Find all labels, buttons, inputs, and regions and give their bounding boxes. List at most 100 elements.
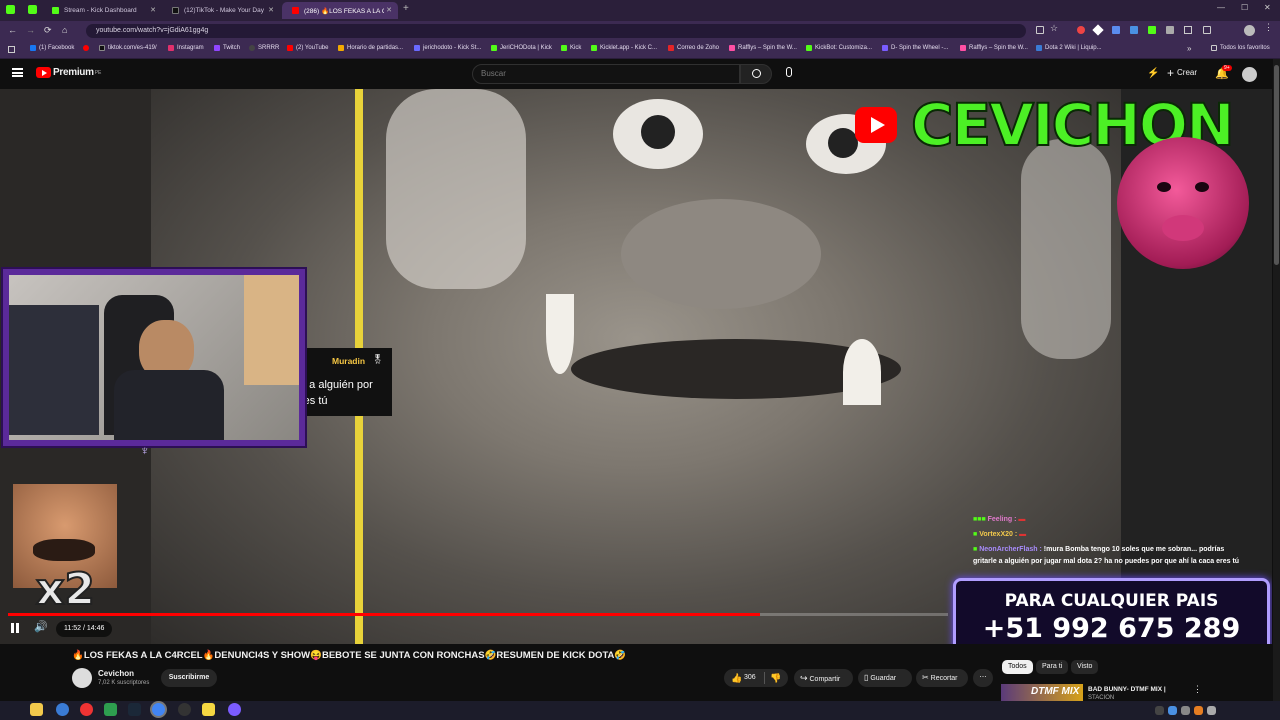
close-icon[interactable]: ✕ [386,6,392,14]
clip-button[interactable]: ✂ Recortar [916,669,968,687]
volume-icon[interactable]: 🔊 [34,620,48,633]
tab-youtube-active[interactable]: (286) 🔥LOS FEKAS A LA C... ✕ [282,2,398,19]
save-button[interactable]: ▯ Guardar [858,669,912,687]
tab-kick-dashboard[interactable]: Stream - Kick Dashboard ✕ [42,2,162,19]
all-bookmarks[interactable]: Todos los favoritos [1211,45,1270,51]
forward-icon[interactable]: → [26,25,35,35]
tray-icon[interactable] [1155,706,1164,715]
bookmark-item[interactable]: Instagram [168,45,204,51]
cast-icon[interactable] [1036,26,1044,34]
chat-username: Feeling : [987,516,1017,523]
file-explorer-icon[interactable] [30,703,43,716]
recommended-thumbnail[interactable]: DTMF MIX [1001,684,1083,701]
pinned-tab-icon[interactable] [28,5,37,14]
tray-icon[interactable] [1181,706,1190,715]
bookmark-item[interactable]: Rafflys – Spin the W... [960,45,1028,51]
current-time: 11:52 [64,625,81,632]
share-button[interactable]: ↪ Compartir [794,669,853,687]
extension-icon[interactable] [1130,26,1138,34]
opera-icon[interactable] [80,703,93,716]
bookmark-item[interactable]: jerichodoto - Kick St... [414,45,481,51]
bookmark-item[interactable]: Twitch [214,45,240,51]
recommended-title[interactable]: BAD BUNNY- DTMF MIX | [1088,686,1166,693]
search-button[interactable] [740,64,772,84]
youtube-icon [292,7,299,14]
bookmark-label: Horario de partidas... [347,45,404,51]
tab-tiktok[interactable]: (12)TikTok - Make Your Day ✕ [162,2,280,19]
app-icon[interactable] [228,703,241,716]
profile-avatar[interactable] [1244,25,1255,36]
chevron-right-icon[interactable]: » [1187,44,1191,53]
side-panel-icon[interactable] [1203,26,1211,34]
more-actions-button[interactable]: ⋯ [973,669,993,687]
bookmark-item[interactable]: (1) Facebook [30,45,74,51]
bookmark-item[interactable]: JeriCHODota | Kick [491,45,552,51]
microphone-icon[interactable] [786,67,792,77]
bookmark-item[interactable]: SRRRR [249,45,279,51]
chat-username: NeonArcherFlash : [979,546,1042,553]
app-icon[interactable] [178,703,191,716]
chat-popup-user: Muradin [332,356,366,366]
menu-dots-icon[interactable]: ⋮ [1264,22,1273,33]
address-bar[interactable]: youtube.com/watch?v=jGdiA61gg4g [86,24,1026,38]
scrollbar-thumb[interactable] [1274,65,1279,265]
tray-icon[interactable] [1168,706,1177,715]
star-icon[interactable]: ☆ [1050,23,1058,34]
close-icon[interactable]: ✕ [268,6,274,14]
pause-icon[interactable] [11,623,19,633]
apps-icon[interactable] [8,46,15,53]
puzzle-icon[interactable] [1184,26,1192,34]
hamburger-menu-icon[interactable] [12,68,23,77]
account-avatar[interactable] [1242,67,1257,82]
search-input[interactable]: Buscar [472,64,740,84]
bookmark-item[interactable]: KickBot: Customiza... [806,45,872,51]
maximize-icon[interactable]: ☐ [1241,3,1248,12]
channel-name[interactable]: Cevichon [98,669,134,678]
bookmark-item[interactable]: Kicklet.app - Kick C... [591,45,657,51]
home-icon[interactable]: ⌂ [62,25,67,35]
extension-icon[interactable] [1077,26,1085,34]
tab-label: Stream - Kick Dashboard [64,7,137,14]
app-icon[interactable] [56,703,69,716]
bookmark-item[interactable]: Correo de Zoho [668,45,719,51]
chrome-icon[interactable] [152,703,165,716]
bookmark-item[interactable]: Kick [561,45,581,51]
new-tab-icon[interactable]: + [403,3,409,14]
thumbs-up-icon[interactable]: 👍 [731,669,742,687]
bookmark-item[interactable]: D- Spin the Wheel -... [882,45,948,51]
bookmark-item[interactable]: Dota 2 Wiki | Liquip... [1036,45,1102,51]
more-vertical-icon[interactable]: ⋮ [1193,684,1202,695]
bookmark-item[interactable]: tiktok.com/es-419/ [99,45,157,51]
bookmark-item[interactable] [83,45,92,51]
extension-icon[interactable] [1148,26,1156,34]
thumbs-down-icon[interactable]: 👎 [770,669,781,687]
progress-bar[interactable] [8,613,948,616]
bookmark-icon [338,45,344,51]
page-scrollbar[interactable] [1273,59,1280,701]
video-player[interactable]: Muradin 🎖 e a alguién por res tú ♆ x2 CE… [0,89,1272,644]
chip-visto[interactable]: Visto [1071,660,1099,674]
close-icon[interactable]: ✕ [150,6,156,14]
extension-icon[interactable] [1112,26,1120,34]
bookmark-item[interactable]: Rafflys – Spin the W... [729,45,797,51]
chip-para-ti[interactable]: Para ti [1036,660,1069,674]
back-icon[interactable]: ← [8,25,17,35]
app-icon[interactable] [202,703,215,716]
minimize-icon[interactable]: — [1217,3,1225,12]
tray-icon[interactable] [1194,706,1203,715]
excel-icon[interactable] [104,703,117,716]
extension-icon[interactable] [1166,26,1174,34]
tray-icon[interactable] [1207,706,1216,715]
youtube-premium-logo[interactable]: Premium PE [36,67,101,78]
subscribe-button[interactable]: Suscribirme [161,669,217,687]
reload-icon[interactable]: ⟳ [44,25,52,36]
close-window-icon[interactable]: ✕ [1264,3,1271,12]
create-button[interactable]: + Crear [1167,67,1197,79]
bookmark-item[interactable]: (2) YouTube [287,45,328,51]
chip-todos[interactable]: Todos [1002,660,1033,674]
create-video-icon[interactable]: ⚡ [1147,68,1159,79]
bookmark-item[interactable]: Horario de partidas... [338,45,403,51]
channel-avatar[interactable] [72,668,92,688]
tab-group-icon[interactable] [6,5,15,14]
steam-icon[interactable] [128,703,141,716]
